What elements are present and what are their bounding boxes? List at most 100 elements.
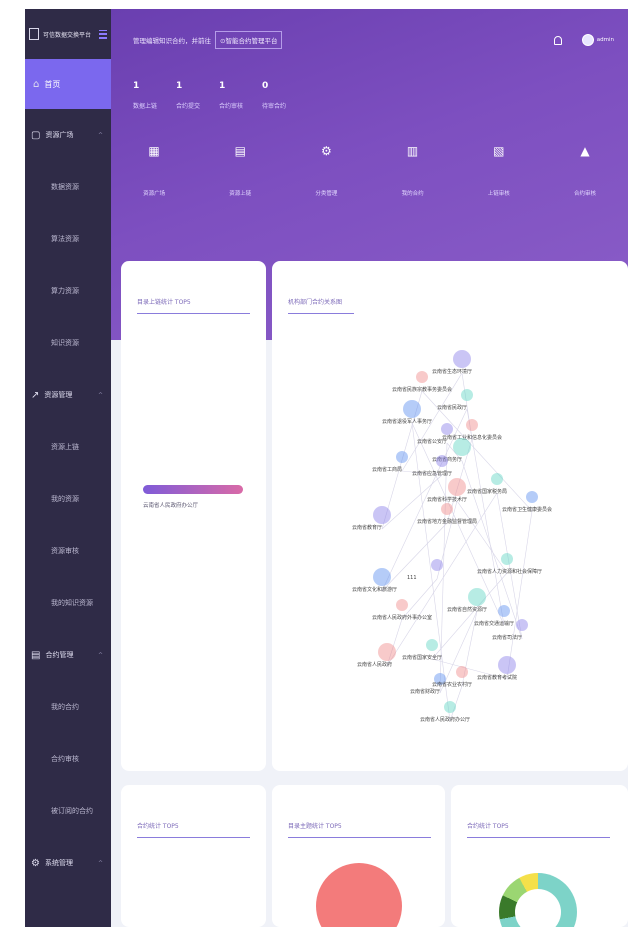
graph-node[interactable] [403,400,421,418]
sidebar-subitem[interactable]: 合约审核 [25,733,111,785]
stat-item: 1 合约提交 [176,81,219,110]
graph-node-label: 云南省地方金融监督管理局 [417,518,477,525]
graph-node[interactable] [516,619,528,631]
top5-title: 目录上链统计 TOP5 [137,297,250,314]
quick-link[interactable]: ▦ 资源广场 [111,144,197,199]
graph-node[interactable] [373,568,391,586]
graph-node[interactable] [453,438,471,456]
sidebar-subitem[interactable]: 资源审核 [25,525,111,577]
graph-node[interactable] [396,451,408,463]
graph-node[interactable] [436,455,448,467]
graph-node[interactable] [444,701,456,713]
graph-edge [401,578,438,620]
graph-node[interactable] [448,478,466,496]
chevron-up-icon: ^ [97,651,103,659]
graph-node[interactable] [501,553,513,565]
sidebar-group[interactable]: ▤ 合约管理 ^ [25,629,111,681]
graph-edge [456,500,508,574]
sidebar-subitem[interactable]: 我的合约 [25,681,111,733]
graph-node-label: 云南省国家安全厅 [402,654,442,661]
pie-slice[interactable] [316,863,402,927]
graph-node-label: 云南省工商局 [372,466,402,473]
graph-node[interactable] [456,666,468,678]
platform-button[interactable]: ⊙智能合约管理平台 [215,31,283,49]
graph-node[interactable] [378,643,396,661]
sidebar-subitem[interactable]: 数据资源 [25,161,111,213]
quick-link[interactable]: ⚙ 分类管理 [283,144,369,199]
sidebar-group[interactable]: ⚙ 系统管理 ^ [25,837,111,889]
sidebar-group[interactable]: ▢ 资源广场 ^ [25,109,111,161]
bar[interactable] [143,485,243,494]
graph-node-label: 云南省国家税务局 [467,488,507,495]
chevron-up-icon: ^ [97,131,103,139]
home-icon: ⌂ [33,78,40,90]
graph-node-label: 云南省人力资源和社会保障厅 [477,568,542,575]
quick-link[interactable]: ▥ 我的合约 [370,144,456,199]
graph-node-label: 云南省退役军人事务厅 [382,418,432,425]
graph-node[interactable] [491,473,503,485]
graph-node[interactable] [416,371,428,383]
chevron-up-icon: ^ [97,859,103,867]
graph-node[interactable] [468,588,486,606]
graph-node-label: 云南省教育考试院 [477,674,517,681]
sidebar: 可信数据交换平台 ⌂ 首页 ▢ 资源广场 ^ 数据资源 算法资源 算力资源 知识资源 ↗ 资源管… [25,9,111,927]
graph-node[interactable] [526,491,538,503]
quick-link[interactable]: ▧ 上链审核 [456,144,542,199]
graph-node[interactable] [373,506,391,524]
sidebar-subitem[interactable]: 被订阅的合约 [25,785,111,837]
graph-node-label: 111 [407,575,417,581]
sidebar-subitem[interactable]: 算法资源 [25,213,111,265]
sidebar-subitem[interactable]: 算力资源 [25,265,111,317]
graph-node[interactable] [441,423,453,435]
quick-link[interactable]: ▤ 资源上链 [197,144,283,199]
sidebar-subitem[interactable]: 知识资源 [25,317,111,369]
sidebar-subitem[interactable]: 我的资源 [25,473,111,525]
graph-edge [506,510,533,680]
stat-item: 1 合约审核 [219,81,262,110]
graph-node[interactable] [498,656,516,674]
menu-toggle-icon[interactable] [99,29,107,39]
contract-top5-card: 合约统计 TOP5 [121,785,266,927]
sidebar-group[interactable]: ↗ 资源管理 ^ [25,369,111,421]
avatar[interactable] [581,34,594,46]
brand[interactable]: 可信数据交换平台 [25,9,111,59]
username[interactable]: admin [597,37,614,43]
stat-label: 合约提交 [176,103,201,110]
quick-link-label: 上链审核 [487,191,510,197]
top5-card: 目录上链统计 TOP5 云南省人民政府办公厅 [121,261,266,771]
graph-node-label: 云南省人民政府外事办公室 [372,614,432,621]
graph-node[interactable] [396,599,408,611]
stats-row: 1 数据上链 1 合约提交 1 合约审核 0 待审合约 [111,81,628,110]
graph-node[interactable] [431,559,443,571]
graph-node-label: 云南省工业和信息化委员会 [442,434,502,441]
graph-node[interactable] [466,419,478,431]
graph-node-label: 云南省自然资源厅 [447,606,487,613]
graph-node[interactable] [426,639,438,651]
graph-node-label: 云南省司法厅 [492,634,522,641]
quick-links: ▦ 资源广场 ▤ 资源上链 ⚙ 分类管理 ▥ 我的合约 ▧ 上链审核 ▲ 合约审核 [111,144,628,199]
graph-edge [496,492,523,640]
donut-chart[interactable] [499,873,577,927]
building-icon: ▦ [148,144,160,158]
graph-node[interactable] [461,389,473,401]
graph-node[interactable] [453,350,471,368]
app-frame: 可信数据交换平台 ⌂ 首页 ▢ 资源广场 ^ 数据资源 算法资源 算力资源 知识资源 ↗ 资源管… [25,9,628,927]
sidebar-item-home[interactable]: ⌂ 首页 [25,59,111,109]
quick-link-label: 我的合约 [401,191,424,197]
sidebar-subitem[interactable]: 我的知识资源 [25,577,111,629]
stat-label: 合约审核 [219,103,244,110]
welcome-text: 管理编辑知识合约，并前往 [133,37,211,45]
graph-node[interactable] [441,503,453,515]
bell-icon[interactable] [553,35,562,45]
audit-icon: ▧ [493,144,505,158]
square-icon: ▢ [31,129,41,141]
sidebar-subitem[interactable]: 资源上链 [25,421,111,473]
stat-value: 1 [133,81,140,91]
graph-node-label: 云南省科学技术厅 [427,496,467,503]
quick-link[interactable]: ▲ 合约审核 [542,144,628,199]
contract-top5-title: 合约统计 TOP5 [137,821,250,838]
graph-node-label: 云南省卫生健康委员会 [502,506,552,513]
stat-value: 0 [262,81,269,91]
graph-node[interactable] [498,605,510,617]
relation-graph[interactable]: 云南省生态环境厅云南省民族宗教事务委员会云南省民政厅云南省退役军人事务厅云南省公… [272,261,628,771]
